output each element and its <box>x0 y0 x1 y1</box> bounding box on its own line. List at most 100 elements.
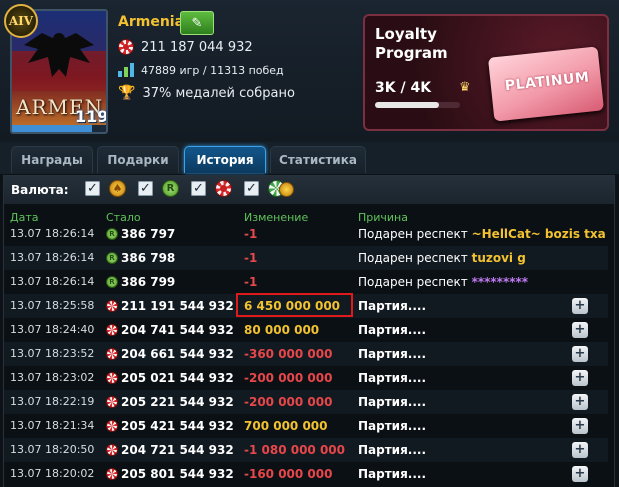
row-reason-player[interactable]: tuzovi g <box>472 251 526 265</box>
row-reason-text: Партия.... <box>358 299 427 313</box>
row-balance: R 386 798 <box>106 246 175 270</box>
row-balance: 205 801 544 932 <box>106 462 234 486</box>
row-balance: 205 021 544 932 <box>106 366 234 390</box>
expand-details-button[interactable]: + <box>572 442 588 458</box>
row-change: -200 000 000 <box>244 371 333 385</box>
row-date: 13.07 18:23:52 <box>10 347 95 360</box>
row-reason-text: Партия.... <box>358 371 427 385</box>
profile-header: ARMEN 119 AIV Armenia ✎ 211 187 044 932 … <box>0 0 619 142</box>
games-count: 47889 игр / 11313 побед <box>141 63 284 77</box>
edit-profile-button[interactable]: ✎ <box>180 11 214 35</box>
row-balance-value: 205 421 544 932 <box>121 419 234 433</box>
table-row: 13.07 18:26:14 R 386 798 -1 Подарен респект … <box>4 246 608 270</box>
row-change: -160 000 000 <box>244 467 333 481</box>
row-reason-player[interactable]: ~HellCat~ bozis txa <box>472 227 606 241</box>
filter-checkbox-chips[interactable]: ✓ <box>191 181 206 196</box>
table-row: 13.07 18:26:14 R 386 799 -1 Подарен респект … <box>4 270 608 294</box>
row-date: 13.07 18:22:19 <box>10 395 95 408</box>
row-reason-text: Партия.... <box>358 443 427 457</box>
filter-checkbox-multi[interactable]: ✓ <box>244 181 259 196</box>
row-date: 13.07 18:25:58 <box>10 299 95 312</box>
row-reason: Подарен респект ~HellCat~ bozis txa <box>358 222 606 246</box>
green-coin-icon: R <box>106 276 118 288</box>
row-balance-value: 204 721 544 932 <box>121 443 234 457</box>
row-reason-text: Подарен респект <box>358 227 468 241</box>
gold-chip-icon <box>279 182 294 197</box>
player-name: Armenia <box>118 14 185 30</box>
expand-details-button[interactable]: + <box>572 394 588 410</box>
currency-label: Валюта: <box>11 183 69 197</box>
row-balance-value: 386 798 <box>121 251 176 265</box>
chip-icon <box>106 444 118 456</box>
chip-icon <box>106 372 118 384</box>
table-row: 13.07 18:21:34 205 421 544 932 700 000 000… <box>4 414 608 438</box>
chip-icon <box>106 348 118 360</box>
table-row: 13.07 18:23:52 204 661 544 932 -360 000 00… <box>4 342 608 366</box>
table-row: 13.07 18:23:02 205 021 544 932 -200 000 00… <box>4 366 608 390</box>
table-row: 13.07 18:26:14 R 386 797 -1 Подарен респект … <box>4 222 608 246</box>
row-change: 6 450 000 000 <box>244 299 341 313</box>
row-reason-player[interactable]: ********* <box>472 275 528 289</box>
loyalty-progress-bar <box>375 102 460 108</box>
table-row: 13.07 18:25:58 211 191 544 932 6 450 000 0… <box>4 294 608 318</box>
tab-gifts[interactable]: Подарки <box>97 146 179 173</box>
row-change: -1 080 000 000 <box>244 443 346 457</box>
table-row: 13.07 18:22:19 205 221 544 932 -200 000 00… <box>4 390 608 414</box>
level-progress-fill <box>12 125 92 132</box>
row-date: 13.07 18:26:14 <box>10 275 95 288</box>
platinum-tier-card: PLATINUM <box>487 46 605 122</box>
filter-checkbox-green[interactable]: ✓ <box>138 181 153 196</box>
chip-icon <box>118 39 134 55</box>
expand-details-button[interactable]: + <box>572 370 588 386</box>
row-balance: 205 221 544 932 <box>106 390 234 414</box>
tab-bar: Награды Подарки История Статистика <box>0 142 619 174</box>
row-date: 13.07 18:21:34 <box>10 419 95 432</box>
row-reason: Подарен респект tuzovi g <box>358 246 526 270</box>
table-row: 13.07 18:24:40 204 741 544 932 80 000 000 П… <box>4 318 608 342</box>
tab-history[interactable]: История <box>184 146 266 173</box>
chips-balance: 211 187 044 932 <box>141 39 253 55</box>
tier-label: PLATINUM <box>504 69 591 95</box>
loyalty-program-card[interactable]: Loyalty Program 3K / 4K ♛ PLATINUM <box>363 14 609 131</box>
expand-details-button[interactable]: + <box>572 418 588 434</box>
row-balance-value: 205 801 544 932 <box>121 467 234 481</box>
row-change: -200 000 000 <box>244 395 333 409</box>
chip-icon <box>106 396 118 408</box>
green-coin-icon: R <box>162 180 179 197</box>
tab-statistics[interactable]: Статистика <box>270 146 366 173</box>
games-stat: 47889 игр / 11313 побед <box>118 63 284 77</box>
expand-details-button[interactable]: + <box>572 298 588 314</box>
row-reason-text: Партия.... <box>358 419 427 433</box>
row-balance: 204 721 544 932 <box>106 438 234 462</box>
medals-percent: 37% медалей собрано <box>142 85 295 101</box>
expand-details-button[interactable]: + <box>572 346 588 362</box>
chip-icon <box>215 180 232 197</box>
row-reason: Партия.... <box>358 438 426 462</box>
tab-awards[interactable]: Награды <box>11 146 93 173</box>
row-balance-value: 211 191 544 932 <box>121 299 234 313</box>
chip-icon <box>106 420 118 432</box>
green-coin-icon: R <box>106 228 118 240</box>
row-reason: Партия.... <box>358 414 426 438</box>
level-progress-bar <box>12 125 106 132</box>
row-reason-text: Партия.... <box>358 323 427 337</box>
row-reason-text: Партия.... <box>358 347 427 361</box>
row-reason: Подарен респект ********* <box>358 270 528 294</box>
trophy-icon: 🏆 <box>118 85 136 101</box>
row-change: -1 <box>244 251 258 265</box>
filter-checkbox-gold[interactable]: ✓ <box>85 181 100 196</box>
chip-icon <box>106 300 118 312</box>
level-number: 119 <box>75 107 108 126</box>
chips-stat: 211 187 044 932 <box>118 39 253 55</box>
row-reason: Партия.... <box>358 294 426 318</box>
row-date: 13.07 18:20:02 <box>10 467 95 480</box>
row-change: -1 <box>244 227 258 241</box>
row-reason: Партия.... <box>358 462 426 486</box>
expand-details-button[interactable]: + <box>572 466 588 482</box>
green-coin-icon: R <box>106 252 118 264</box>
row-date: 13.07 18:24:40 <box>10 323 95 336</box>
row-date: 13.07 18:23:02 <box>10 371 95 384</box>
row-reason-text: Партия.... <box>358 395 427 409</box>
expand-details-button[interactable]: + <box>572 322 588 338</box>
crown-icon: ♛ <box>459 80 471 95</box>
